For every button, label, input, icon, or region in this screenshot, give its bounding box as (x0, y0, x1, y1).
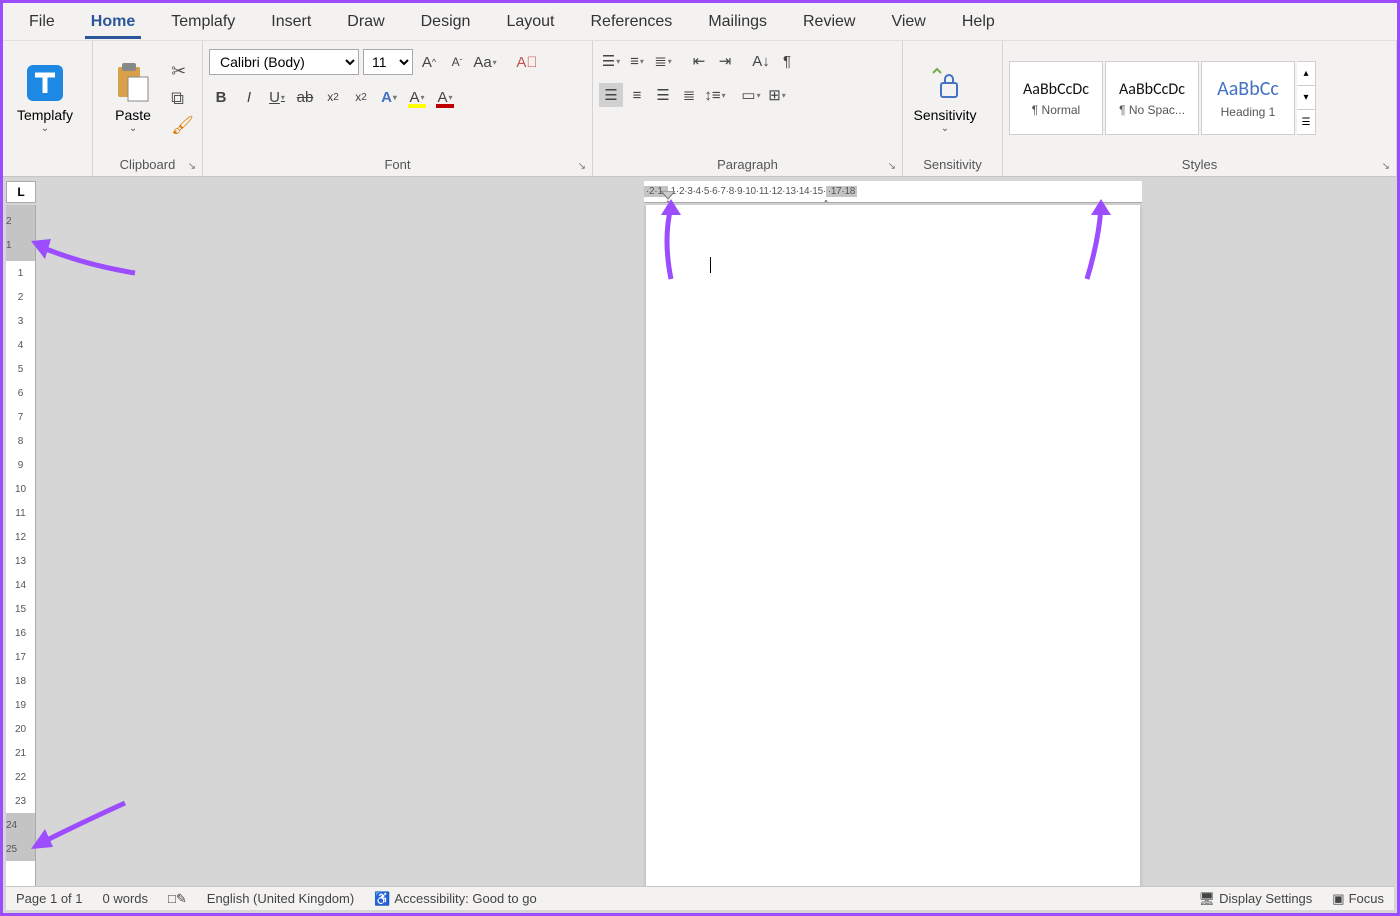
menu-bar: File Home Templafy Insert Draw Design La… (3, 3, 1397, 41)
spellcheck-icon[interactable]: □✎ (168, 891, 187, 907)
display-settings-button[interactable]: 🖥 Display Settings (1199, 891, 1313, 907)
font-name-select[interactable]: Calibri (Body) (209, 49, 359, 75)
decrease-indent-icon[interactable]: ⇤ (687, 49, 711, 73)
chevron-down-icon: ⌄ (41, 123, 49, 134)
focus-button[interactable]: ▣ Focus (1332, 891, 1384, 907)
vertical-ruler[interactable]: 2 1 1 2 3 4 5 6 7 8 9 10 11 12 13 14 15 … (6, 205, 36, 886)
styles-more-icon[interactable]: ☰ (1297, 110, 1315, 134)
bold-button[interactable]: B (209, 85, 233, 109)
tab-selector-button[interactable]: L (6, 181, 36, 203)
shading-icon[interactable]: ▭▾ (739, 83, 763, 107)
tab-file[interactable]: File (11, 7, 73, 37)
page-status[interactable]: Page 1 of 1 (16, 891, 83, 906)
bullets-icon[interactable]: ☰▾ (599, 49, 623, 73)
align-right-icon[interactable]: ☰ (651, 83, 675, 107)
increase-font-icon[interactable]: A^ (417, 50, 441, 74)
chevron-down-icon: ⌄ (941, 123, 949, 134)
justify-icon[interactable]: ≣ (677, 83, 701, 107)
underline-button[interactable]: U▾ (265, 85, 289, 109)
show-paragraph-icon[interactable]: ¶ (775, 49, 799, 73)
line-spacing-icon[interactable]: ↕≡▾ (703, 83, 727, 107)
ribbon: Templafy ⌄ Paste ⌄ ✂ ⧉ 🖌 Clipboard↘ (3, 41, 1397, 177)
change-case-icon[interactable]: Aa▾ (473, 50, 497, 74)
numbering-icon[interactable]: ≡▾ (625, 49, 649, 73)
dialog-launcher-icon[interactable]: ↘ (1382, 161, 1390, 172)
styles-down-icon[interactable]: ▾ (1297, 86, 1315, 110)
text-cursor (710, 257, 711, 273)
align-center-icon[interactable]: ≡ (625, 83, 649, 107)
document-page[interactable] (646, 205, 1140, 895)
text-effects-icon[interactable]: A▾ (377, 85, 401, 109)
borders-icon[interactable]: ⊞▾ (765, 83, 789, 107)
tab-design[interactable]: Design (403, 7, 489, 37)
styles-up-icon[interactable]: ▴ (1297, 62, 1315, 86)
style-normal[interactable]: AaBbCcDc ¶ Normal (1009, 61, 1103, 135)
status-bar: Page 1 of 1 0 words □✎ English (United K… (6, 886, 1394, 910)
templafy-icon (25, 63, 65, 103)
tab-home[interactable]: Home (73, 7, 153, 37)
tab-mailings[interactable]: Mailings (690, 7, 785, 37)
dialog-launcher-icon[interactable]: ↘ (188, 161, 196, 172)
templafy-button[interactable]: Templafy ⌄ (9, 52, 81, 144)
copy-icon[interactable]: ⧉ (171, 88, 194, 109)
language-status[interactable]: English (United Kingdom) (207, 891, 354, 906)
clear-formatting-icon[interactable]: A⃠ (515, 50, 539, 74)
superscript-button[interactable]: x2 (349, 85, 373, 109)
cut-icon[interactable]: ✂ (171, 61, 194, 82)
accessibility-status[interactable]: ♿ Accessibility: Good to go (374, 891, 537, 907)
dialog-launcher-icon[interactable]: ↘ (888, 161, 896, 172)
decrease-font-icon[interactable]: Aˇ (445, 50, 469, 74)
italic-button[interactable]: I (237, 85, 261, 109)
increase-indent-icon[interactable]: ⇥ (713, 49, 737, 73)
tab-draw[interactable]: Draw (329, 7, 402, 37)
indent-marker-icon[interactable] (661, 191, 675, 204)
horizontal-ruler[interactable]: ·2·1· ·1·2·3·4·5·6·7·8·9·10·11·12·13·14·… (644, 181, 1142, 203)
tab-review[interactable]: Review (785, 7, 873, 37)
sort-icon[interactable]: A↓ (749, 49, 773, 73)
sensitivity-icon (925, 63, 965, 103)
chevron-down-icon: ⌄ (129, 123, 137, 134)
align-left-icon[interactable]: ☰ (599, 83, 623, 107)
tab-layout[interactable]: Layout (488, 7, 572, 37)
indent-marker-icon[interactable] (820, 200, 832, 204)
tab-help[interactable]: Help (944, 7, 1013, 37)
document-workspace: L ·2·1· ·1·2·3·4·5·6·7·8·9·10·11·12·13·1… (6, 181, 1394, 886)
clipboard-icon (113, 63, 153, 103)
strikethrough-button[interactable]: ab (293, 85, 317, 109)
tab-view[interactable]: View (873, 7, 943, 37)
font-color-icon[interactable]: A▾ (433, 85, 457, 109)
font-size-select[interactable]: 11 (363, 49, 413, 75)
style-no-spacing[interactable]: AaBbCcDc ¶ No Spac... (1105, 61, 1199, 135)
sensitivity-button[interactable]: Sensitivity ⌄ (909, 52, 981, 144)
subscript-button[interactable]: x2 (321, 85, 345, 109)
tab-templafy[interactable]: Templafy (153, 7, 253, 37)
tab-insert[interactable]: Insert (253, 7, 329, 37)
word-count[interactable]: 0 words (103, 891, 149, 906)
format-painter-icon[interactable]: 🖌 (171, 115, 194, 136)
paste-button[interactable]: Paste ⌄ (99, 52, 167, 144)
dialog-launcher-icon[interactable]: ↘ (578, 161, 586, 172)
tab-references[interactable]: References (572, 7, 690, 37)
multilevel-list-icon[interactable]: ≣▾ (651, 49, 675, 73)
highlight-icon[interactable]: A▾ (405, 85, 429, 109)
style-heading-1[interactable]: AaBbCc Heading 1 (1201, 61, 1295, 135)
